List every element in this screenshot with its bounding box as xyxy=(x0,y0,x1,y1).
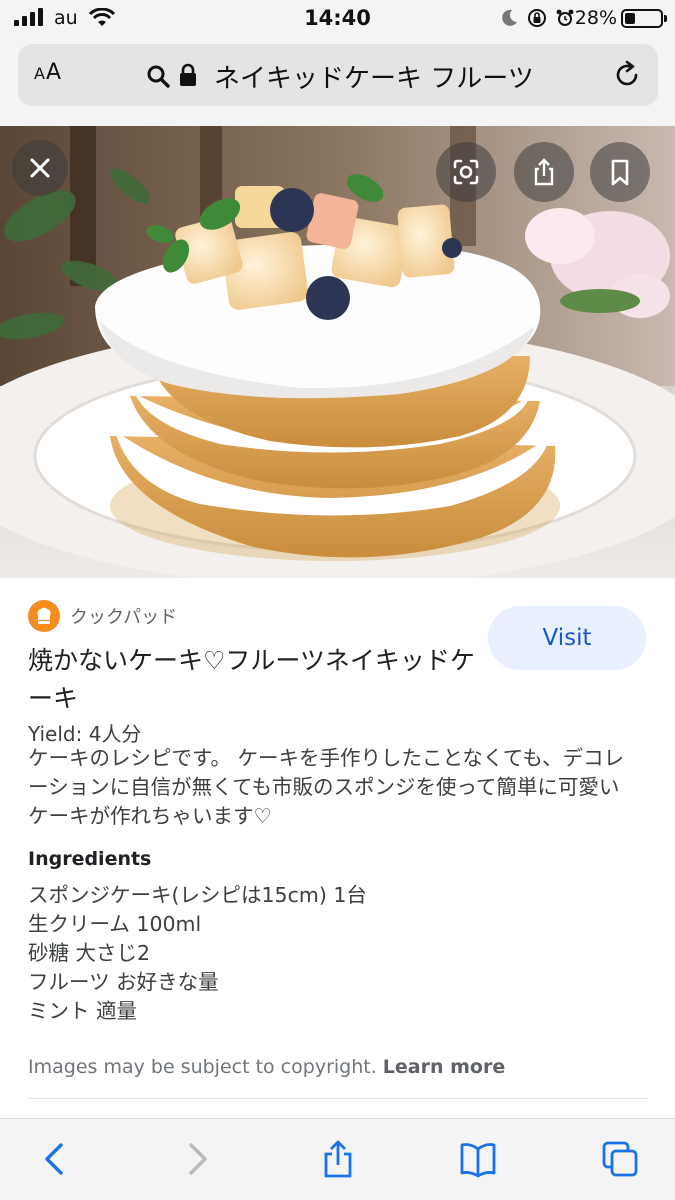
chef-hat-icon xyxy=(37,607,51,624)
back-icon xyxy=(45,1143,63,1175)
ingredients-heading: Ingredients xyxy=(28,848,152,870)
search-icon xyxy=(147,65,170,88)
url-text[interactable]: ネイキッドケーキ フルーツ xyxy=(214,58,534,95)
browser-address-area: AA ネイキッドケーキ フルーツ xyxy=(0,38,675,126)
ingredient-item: 生クリーム 100ml xyxy=(28,912,202,936)
forward-button[interactable] xyxy=(178,1137,218,1181)
browser-toolbar xyxy=(0,1118,675,1200)
recipe-title[interactable]: 焼かないケーキ♡フルーツネイキッドケーキ xyxy=(28,642,478,718)
lens-icon xyxy=(453,159,479,185)
copyright-notice: Images may be subject to copyright. Lear… xyxy=(28,1056,505,1078)
forward-icon xyxy=(189,1143,207,1175)
source-row[interactable]: クックパッド xyxy=(28,600,177,632)
recipe-description: ケーキのレシピです。 ケーキを手作りしたことなくても、デコレーションに自信が無く… xyxy=(28,746,625,828)
result-info-panel: クックパッド 焼かないケーキ♡フルーツネイキッドケーキ Visit Yield:… xyxy=(0,578,675,1118)
lens-button[interactable] xyxy=(436,142,496,202)
save-image-button[interactable] xyxy=(590,142,650,202)
lock-icon xyxy=(180,63,196,86)
address-bar[interactable]: AA ネイキッドケーキ フルーツ xyxy=(18,44,658,106)
cake-photo xyxy=(0,126,675,578)
close-button[interactable] xyxy=(12,140,68,196)
ingredient-list: スポンジケーキ(レシピは15cm) 1台 生クリーム 100ml 砂糖 大さじ2… xyxy=(28,881,367,1026)
battery-level-fill xyxy=(625,13,635,24)
recipe-yield: Yield: 4人分 xyxy=(28,722,142,746)
ingredient-item: ミント 適量 xyxy=(28,999,138,1023)
share-icon xyxy=(324,1140,352,1178)
divider xyxy=(28,1098,648,1099)
text-size-button[interactable]: AA xyxy=(34,60,62,85)
bookmarks-button[interactable] xyxy=(458,1137,498,1181)
learn-more-link[interactable]: Learn more xyxy=(383,1056,505,1078)
bookmark-icon xyxy=(611,159,629,186)
cake-photo-image xyxy=(0,126,675,578)
ingredient-item: 砂糖 大さじ2 xyxy=(28,941,151,965)
reload-icon[interactable] xyxy=(612,60,642,90)
share-image-button[interactable] xyxy=(514,142,574,202)
close-icon xyxy=(30,158,50,178)
source-name: クックパッド xyxy=(70,607,178,628)
share-button[interactable] xyxy=(318,1137,358,1181)
orientation-lock-icon xyxy=(528,9,546,27)
alarm-icon xyxy=(556,9,574,26)
ingredient-item: フルーツ お好きな量 xyxy=(28,970,219,994)
status-bar: au 14:40 28% xyxy=(0,0,675,38)
cookpad-logo xyxy=(28,600,60,632)
copyright-text: Images may be subject to copyright. xyxy=(28,1056,377,1078)
share-icon xyxy=(534,158,554,186)
battery-icon xyxy=(621,9,667,28)
back-button[interactable] xyxy=(34,1137,74,1181)
moon-icon xyxy=(502,9,517,26)
ingredient-item: スポンジケーキ(レシピは15cm) 1台 xyxy=(28,883,367,907)
tabs-button[interactable] xyxy=(600,1137,640,1181)
battery-percent: 28% xyxy=(574,7,617,29)
visit-button[interactable]: Visit xyxy=(488,606,646,670)
bookmarks-icon xyxy=(460,1143,496,1178)
tabs-icon xyxy=(602,1141,638,1177)
